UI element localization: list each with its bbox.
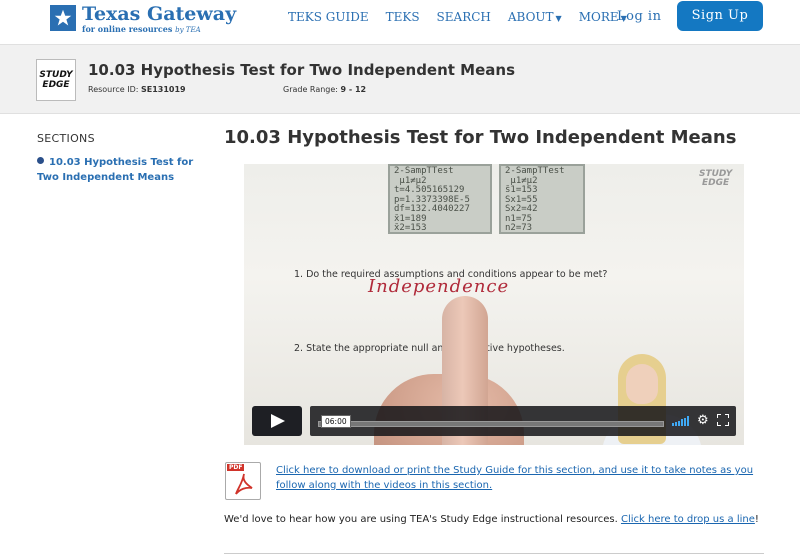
sidebar-item-section[interactable]: 10.03 Hypothesis Test for Two Independen… bbox=[37, 155, 212, 185]
logo-title: Texas Gateway bbox=[82, 3, 237, 25]
volume-icon[interactable] bbox=[672, 416, 692, 426]
study-edge-logo: STUDY EDGE bbox=[36, 59, 76, 101]
resource-id-label: Resource ID: bbox=[88, 85, 139, 94]
nav-about[interactable]: ABOUT ▼ bbox=[508, 10, 562, 24]
calculator-screen-2: 2-SampTTest μ1≠μ2 s̄1=153 Sx1=55 Sx2=42 … bbox=[499, 164, 585, 234]
time-tooltip: 06:00 bbox=[321, 415, 351, 428]
resource-header: STUDY EDGE 10.03 Hypothesis Test for Two… bbox=[0, 44, 800, 114]
nav-teks-guide[interactable]: TEKS GUIDE bbox=[288, 10, 369, 24]
top-navigation-bar: Texas Gateway for online resources by TE… bbox=[0, 0, 800, 44]
play-button[interactable] bbox=[252, 406, 302, 436]
grade-range: Grade Range: 9 - 12 bbox=[283, 85, 367, 94]
control-bar: 06:00 ⚙ bbox=[310, 406, 736, 436]
feedback-text: We'd love to hear how you are using TEA'… bbox=[224, 514, 759, 525]
star-icon bbox=[50, 5, 76, 31]
bullet-icon bbox=[37, 157, 44, 164]
study-guide-link[interactable]: Click here to download or print the Stud… bbox=[276, 463, 766, 493]
video-player[interactable]: 2-SampTTest μ1≠μ2 t=4.505165129 p=1.3373… bbox=[244, 164, 744, 445]
page-title: 10.03 Hypothesis Test for Two Independen… bbox=[224, 127, 737, 148]
study-edge-watermark: STUDY EDGE bbox=[699, 169, 733, 188]
pdf-icon[interactable]: PDF bbox=[225, 462, 261, 500]
gear-icon[interactable]: ⚙ bbox=[697, 414, 709, 427]
progress-bar[interactable]: 06:00 bbox=[318, 415, 664, 428]
feedback-link[interactable]: Click here to drop us a line bbox=[621, 514, 755, 525]
main-nav: TEKS GUIDE TEKS SEARCH ABOUT ▼ MORE ▼ bbox=[288, 10, 644, 24]
resource-meta: Resource ID: SE131019 Grade Range: 9 - 1… bbox=[88, 85, 366, 94]
video-controls: 06:00 ⚙ bbox=[252, 406, 736, 436]
divider bbox=[224, 553, 764, 554]
calculator-screen-1: 2-SampTTest μ1≠μ2 t=4.505165129 p=1.3373… bbox=[388, 164, 492, 234]
play-icon bbox=[271, 414, 285, 428]
texas-gateway-logo[interactable]: Texas Gateway for online resources by TE… bbox=[30, 2, 236, 34]
nav-search[interactable]: SEARCH bbox=[437, 10, 491, 24]
signup-button[interactable]: Sign Up bbox=[677, 1, 763, 31]
resource-id-value: SE131019 bbox=[141, 85, 186, 94]
logo-subtitle: for online resources by TEA bbox=[82, 24, 201, 34]
sections-heading: SECTIONS bbox=[37, 132, 95, 145]
fullscreen-icon[interactable] bbox=[717, 414, 729, 426]
login-link[interactable]: Log in bbox=[617, 9, 661, 24]
handwritten-note: Independence bbox=[368, 276, 510, 297]
nav-teks[interactable]: TEKS bbox=[386, 10, 420, 24]
resource-title: 10.03 Hypothesis Test for Two Independen… bbox=[88, 61, 516, 79]
caret-down-icon: ▼ bbox=[555, 14, 562, 23]
video-question-2: 2. State the appropriate null and altern… bbox=[294, 343, 565, 354]
